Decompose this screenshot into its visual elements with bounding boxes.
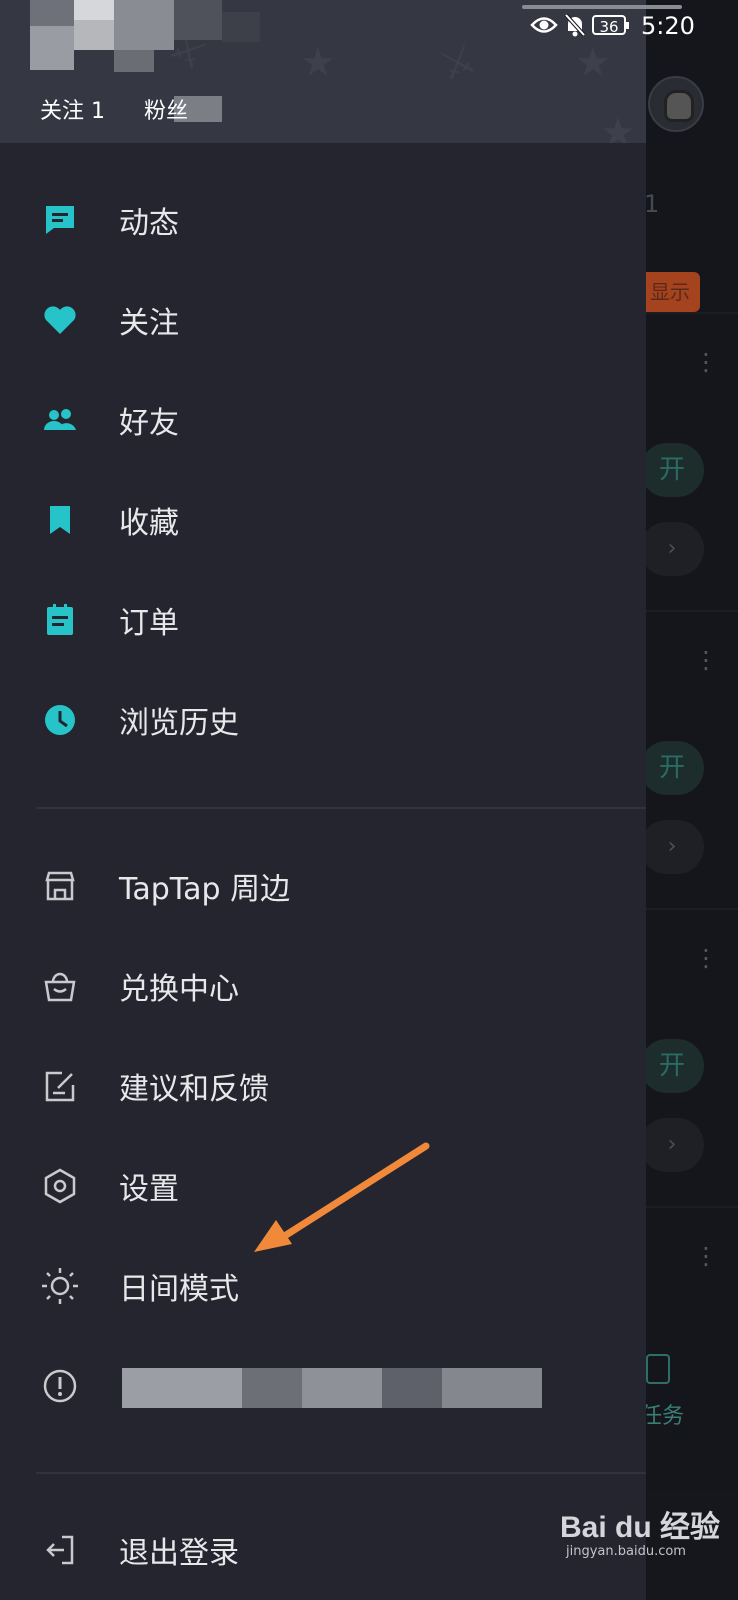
task-icon [646, 1354, 670, 1384]
divider [646, 1206, 738, 1208]
store-icon [45, 871, 75, 901]
menu-item-merch[interactable]: TapTap 周边 [0, 842, 646, 930]
edit-icon [45, 1071, 75, 1102]
avatar[interactable] [648, 76, 704, 132]
menu-item-favorites[interactable]: 收藏 [0, 476, 646, 564]
baidu-watermark: Bai du 经验 jingyan.baidu.com [560, 1502, 721, 1559]
bookmark-icon [50, 506, 70, 534]
menu-item-feedback[interactable]: 建议和反馈 [0, 1042, 646, 1130]
fans-count[interactable]: 粉丝 [144, 93, 188, 125]
menu-item-label: 兑换中心 [119, 972, 239, 1007]
chevron-right-icon[interactable]: › [640, 1118, 704, 1172]
menu-divider [36, 1472, 646, 1474]
more-icon[interactable]: ⋮ [694, 1244, 718, 1268]
menu-item-label: 日间模式 [119, 1272, 239, 1307]
clock: 5:20 [641, 12, 695, 40]
message-icon [46, 206, 74, 234]
censored-label [302, 1368, 382, 1408]
more-icon[interactable]: ⋮ [694, 946, 718, 970]
clock-icon [45, 705, 75, 735]
censored-label [382, 1368, 442, 1408]
censored-label [242, 1368, 302, 1408]
side-drawer: ★ ★ ⚔ ⚔ ★ 关注 1 粉丝 动态 关注 好友 收藏 订单 浏览历史 Ta… [0, 0, 646, 1600]
menu-item-label: TapTap 周边 [119, 872, 291, 907]
open-button[interactable]: 开 [640, 443, 704, 497]
divider [646, 312, 738, 314]
logout-icon [46, 1535, 74, 1565]
menu-item-label: 设置 [119, 1172, 179, 1207]
menu-item-redeem[interactable]: 兑换中心 [0, 942, 646, 1030]
chevron-right-icon[interactable]: › [640, 522, 704, 576]
battery-indicator: 36 [592, 15, 629, 36]
menu-divider [36, 807, 646, 809]
menu-item-orders[interactable]: 订单 [0, 576, 646, 664]
info-icon [43, 1369, 77, 1403]
watermark-url: jingyan.baidu.com [566, 1544, 686, 1559]
menu-item-label: 订单 [119, 606, 179, 641]
bg-count: 1 [644, 190, 660, 218]
status-bar: 36 5:20 [0, 0, 738, 50]
censored-username [114, 50, 154, 72]
menu-item-label: 建议和反馈 [119, 1072, 269, 1107]
follow-count[interactable]: 关注 1 [40, 93, 105, 125]
censored-label [122, 1368, 242, 1408]
hexagon-gear-icon [44, 1168, 76, 1204]
friends-icon [44, 409, 76, 430]
heart-icon [44, 306, 76, 334]
menu-item-logout[interactable]: 退出登录 [0, 1506, 646, 1594]
sun-icon [42, 1268, 78, 1304]
more-icon[interactable]: ⋮ [694, 350, 718, 374]
show-button[interactable]: 显示 [640, 272, 700, 312]
divider [646, 908, 738, 910]
menu-item-label: 关注 [119, 306, 179, 341]
bag-icon [44, 972, 76, 1002]
open-button[interactable]: 开 [640, 741, 704, 795]
chevron-right-icon[interactable]: › [640, 820, 704, 874]
menu-item-label: 浏览历史 [119, 706, 239, 741]
menu-item-follow[interactable]: 关注 [0, 276, 646, 364]
menu-item-about[interactable] [0, 1342, 646, 1430]
more-icon[interactable]: ⋮ [694, 648, 718, 672]
menu-item-label: 动态 [119, 206, 179, 241]
menu-item-history[interactable]: 浏览历史 [0, 676, 646, 764]
menu-item-friends[interactable]: 好友 [0, 376, 646, 464]
menu-item-moments[interactable]: 动态 [0, 176, 646, 264]
eye-icon [530, 17, 558, 33]
open-button[interactable]: 开 [640, 1039, 704, 1093]
star-icon: ★ [600, 110, 636, 143]
annotation-arrow [254, 1142, 430, 1252]
menu-item-label: 收藏 [119, 506, 179, 541]
censored-label [442, 1368, 542, 1408]
mute-bell-icon [564, 13, 586, 37]
task-label[interactable]: 任务 [640, 1398, 684, 1430]
divider [646, 610, 738, 612]
notch-indicator [522, 5, 682, 9]
menu-item-label: 退出登录 [119, 1536, 239, 1571]
watermark-brand: Bai du 经验 [560, 1511, 721, 1544]
menu-item-label: 好友 [119, 406, 179, 441]
order-icon [47, 604, 73, 635]
